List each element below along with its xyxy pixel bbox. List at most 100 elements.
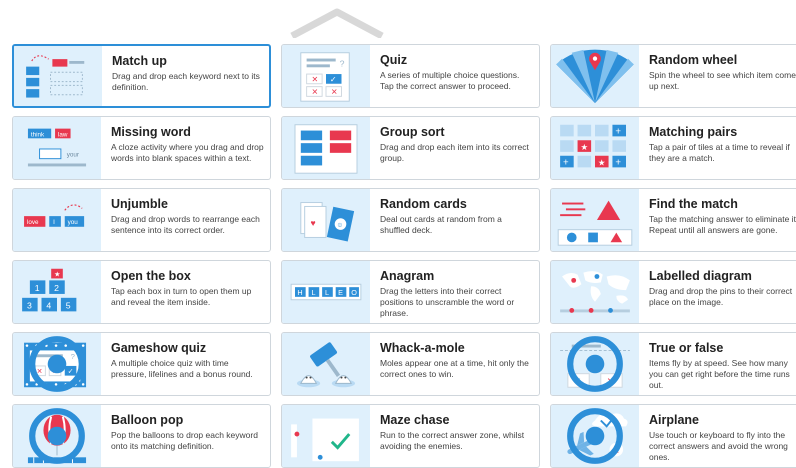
chip-text: think — [31, 131, 45, 138]
matching-pairs-icon: + ★ + ★ + — [551, 117, 639, 179]
chip-text: I — [53, 219, 55, 226]
template-description: Drag and drop each keyword next to its d… — [112, 71, 260, 92]
airplane-icon: ✕ — [551, 405, 639, 467]
template-description: Spin the wheel to see which item comes u… — [649, 70, 796, 91]
svg-text:✕: ✕ — [311, 87, 318, 96]
template-title: True or false — [649, 341, 724, 355]
template-title: Group sort — [380, 125, 445, 139]
template-description: Drag the letters into their correct posi… — [380, 286, 515, 318]
template-title: Unjumble — [111, 197, 168, 211]
chip-text: H — [297, 288, 302, 297]
template-description: A cloze activity where you drag and drop… — [111, 142, 264, 163]
scroll-up-chevron-icon[interactable] — [282, 6, 392, 38]
svg-text:★: ★ — [598, 157, 606, 167]
template-description: Moles appear one at a time, hit only the… — [380, 358, 529, 379]
template-description: Drag and drop each item into its correct… — [380, 142, 529, 163]
template-card-open-the-box[interactable]: ★ 1 2 3 4 5 Open the box Tap each box in … — [12, 260, 271, 324]
gameshow-icon: ? ✕ ✕ ✓ — [13, 333, 101, 395]
svg-text:?: ? — [340, 58, 345, 68]
chip-text: L — [311, 288, 315, 297]
template-title: Labelled diagram — [649, 269, 752, 283]
template-title: Maze chase — [380, 413, 450, 427]
template-card-balloon-pop[interactable]: Balloon pop Pop the balloons to drop each… — [12, 404, 271, 468]
template-title: Balloon pop — [111, 413, 184, 427]
template-title: Missing word — [111, 125, 191, 139]
template-title: Anagram — [380, 269, 435, 283]
map-pins-icon — [551, 261, 639, 323]
mole-hammer-icon — [282, 333, 370, 395]
template-description: Drag and drop words to rearrange each se… — [111, 214, 260, 235]
chip-text: 4 — [46, 300, 51, 310]
template-card-true-or-false[interactable]: ? ✓ ✕ True or false Items fly by at speed… — [550, 332, 796, 396]
template-description: Tap the matching answer to eliminate it.… — [649, 214, 796, 235]
template-title: Find the match — [649, 197, 738, 211]
template-card-maze-chase[interactable]: Maze chase Run to the correct answer zone… — [281, 404, 540, 468]
template-card-match-up[interactable]: Match up Drag and drop each keyword next … — [12, 44, 271, 108]
template-card-unjumble[interactable]: love I you Unjumble Drag and drop words t… — [12, 188, 271, 252]
chip-text: 2 — [54, 283, 59, 293]
template-title: Random cards — [380, 197, 467, 211]
maze-icon — [282, 405, 370, 467]
template-card-matching-pairs[interactable]: + ★ + ★ + Matching pairs Tap a pair of ti… — [550, 116, 796, 180]
template-description: Drag and drop the pins to their correct … — [649, 286, 793, 307]
true-false-icon: ? ✓ ✕ — [551, 333, 639, 395]
anagram-icon: H L L E O — [282, 261, 370, 323]
template-description: Deal out cards at random from a shuffled… — [380, 214, 502, 235]
unjumble-icon: love I you — [13, 189, 101, 251]
template-card-labelled-diagram[interactable]: Labelled diagram Drag and drop the pins t… — [550, 260, 796, 324]
template-title: Open the box — [111, 269, 191, 283]
template-card-quiz[interactable]: ? ✕ ✓ ✕ ✕ Quiz A series of multiple choic… — [281, 44, 540, 108]
chip-text: you — [68, 219, 79, 226]
chip-text: E — [338, 288, 343, 297]
template-card-random-wheel[interactable]: Random wheel Spin the wheel to see which … — [550, 44, 796, 108]
template-card-airplane[interactable]: ✕ Airplane Use touch or keyboard to fly i… — [550, 404, 796, 468]
svg-text:✕: ✕ — [331, 87, 338, 96]
template-title: Match up — [112, 54, 167, 68]
pro-badge-icon — [29, 408, 85, 464]
wheel-icon — [551, 45, 639, 107]
pro-badge-icon — [567, 408, 623, 464]
svg-text:+: + — [563, 157, 569, 168]
template-description: Run to the correct answer zone, whilst a… — [380, 430, 525, 451]
template-card-anagram[interactable]: H L L E O Anagram Drag the letters into t… — [281, 260, 540, 324]
template-grid: Match up Drag and drop each keyword next … — [12, 44, 796, 468]
template-card-whack-a-mole[interactable]: Whack-a-mole Moles appear one at a time, … — [281, 332, 540, 396]
chip-text: O — [351, 288, 357, 297]
template-description: Items fly by at speed. See how many you … — [649, 358, 790, 390]
template-card-find-the-match[interactable]: Find the match Tap the matching answer to… — [550, 188, 796, 252]
template-title: Whack-a-mole — [380, 341, 465, 355]
svg-text:+: + — [615, 157, 621, 168]
quiz-icon: ? ✕ ✓ ✕ ✕ — [282, 45, 370, 107]
template-title: Airplane — [649, 413, 700, 427]
svg-text:✕: ✕ — [311, 75, 318, 84]
template-title: Matching pairs — [649, 125, 738, 139]
template-description: Use touch or keyboard to fly into the co… — [649, 430, 788, 462]
balloon-icon — [13, 405, 101, 467]
template-description: Tap a pair of tiles at a time to reveal … — [649, 142, 790, 163]
template-card-random-cards[interactable]: ♥ ☺ Random cards Deal out cards at random… — [281, 188, 540, 252]
template-card-missing-word[interactable]: think law your Missing word A cloze activ… — [12, 116, 271, 180]
svg-text:★: ★ — [580, 142, 588, 152]
svg-text:★: ★ — [54, 271, 60, 279]
boxes-icon: ★ 1 2 3 4 5 — [13, 261, 101, 323]
template-title: Quiz — [380, 53, 408, 67]
svg-text:+: + — [615, 126, 621, 137]
pro-badge-icon — [29, 336, 85, 392]
chip-text: 3 — [27, 300, 32, 310]
chip-text: L — [325, 288, 329, 297]
missing-word-icon: think law your — [13, 117, 101, 179]
chip-text: love — [27, 219, 39, 226]
group-sort-icon — [282, 117, 370, 179]
template-description: A series of multiple choice questions. T… — [380, 70, 520, 91]
chip-text: your — [67, 152, 79, 159]
find-match-icon — [551, 189, 639, 251]
template-description: A multiple choice quiz with time pressur… — [111, 358, 253, 379]
cards-icon: ♥ ☺ — [282, 189, 370, 251]
template-title: Random wheel — [649, 53, 738, 67]
template-card-group-sort[interactable]: Group sort Drag and drop each item into i… — [281, 116, 540, 180]
svg-text:♥: ♥ — [311, 218, 316, 228]
svg-text:✓: ✓ — [330, 75, 337, 84]
chip-text: 5 — [66, 300, 71, 310]
template-description: Tap each box in turn to open them up and… — [111, 286, 252, 307]
template-card-gameshow-quiz[interactable]: ? ✕ ✕ ✓ Gameshow quiz A multiple choice q… — [12, 332, 271, 396]
